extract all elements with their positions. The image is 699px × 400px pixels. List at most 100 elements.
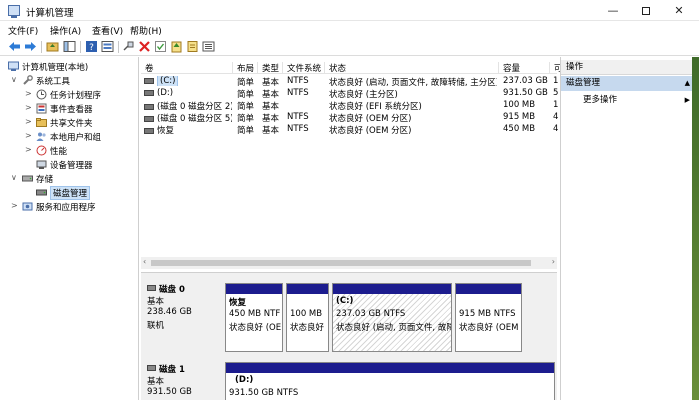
volume-capacity: 931.50 GB	[503, 88, 548, 98]
column-header-layout[interactable]: 布局	[232, 62, 257, 74]
check-icon[interactable]	[154, 40, 167, 53]
up-folder-icon[interactable]	[46, 40, 59, 53]
volume-icon	[144, 77, 154, 84]
scroll-left-icon[interactable]: ‹	[143, 257, 146, 266]
connect-icon[interactable]	[122, 40, 135, 53]
chevron-right-icon[interactable]: >	[25, 145, 32, 154]
volume-status: 状态良好 (启动, 页面文件, 故障转储, 主分区)	[329, 78, 497, 88]
storage-icon	[22, 173, 33, 184]
export-icon[interactable]	[186, 40, 199, 53]
tree-item-label: 计算机管理(本地)	[22, 63, 89, 73]
forward-arrow-icon[interactable]	[24, 40, 37, 53]
toolbar: ?	[0, 38, 699, 56]
actions-section-disk-management[interactable]: 磁盘管理 ▲	[561, 76, 699, 91]
volume-name: (D:)	[157, 88, 174, 98]
volume-row[interactable]: (磁盘 0 磁盘分区 2) 简单 基本 状态良好 (EFI 系统分区) 100 …	[141, 100, 558, 112]
back-arrow-icon[interactable]	[8, 40, 21, 53]
volume-list: 卷 布局 类型 文件系统 状态 容量 可 (C:) 简单 基本 NTFS 状态良…	[141, 57, 563, 270]
partition-size: 237.03 GB NTFS	[336, 309, 406, 319]
chevron-right-icon[interactable]: >	[25, 131, 32, 140]
volume-row[interactable]: (C:) 简单 基本 NTFS 状态良好 (启动, 页面文件, 故障转储, 主分…	[141, 76, 558, 88]
disk-graphical-view: 磁盘 0 基本 238.46 GB 联机 恢复 450 MB NTF 状态良好 …	[141, 272, 557, 400]
menu-help[interactable]: 帮助(H)	[130, 24, 162, 37]
partition-oem[interactable]: 915 MB NTFS 状态良好 (OEM	[455, 283, 522, 352]
more-actions-item[interactable]: 更多操作 ▶	[561, 93, 699, 107]
disk-state: 联机	[147, 321, 165, 331]
scroll-right-icon[interactable]: ›	[552, 257, 555, 266]
partition-efi[interactable]: 100 MB 状态良好	[286, 283, 329, 352]
column-header-type[interactable]: 类型	[257, 62, 282, 74]
partition-recovery[interactable]: 恢复 450 MB NTF 状态良好 (OE	[225, 283, 283, 352]
partition-status: 状态良好	[290, 323, 325, 333]
partition-title: 恢复	[229, 298, 247, 308]
disk-kind: 基本	[147, 297, 165, 307]
volume-layout: 简单	[237, 102, 255, 112]
chevron-down-icon[interactable]: ∨	[11, 173, 17, 182]
tree-item-label: 任务计划程序	[50, 91, 102, 101]
volume-type: 基本	[262, 126, 280, 136]
horizontal-scrollbar[interactable]: ‹ ›	[141, 257, 557, 269]
help-icon[interactable]: ?	[85, 40, 98, 53]
column-header-capacity[interactable]: 容量	[498, 62, 549, 74]
title-bar: 计算机管理 — ✕	[0, 0, 699, 21]
scrollbar-thumb[interactable]	[151, 260, 531, 266]
menu-bar: 文件(F) 操作(A) 查看(V) 帮助(H)	[0, 21, 699, 38]
delete-icon[interactable]	[138, 40, 151, 53]
computer-management-icon	[8, 61, 19, 72]
disk-1-info[interactable]: 磁盘 1 基本 931.50 GB	[145, 361, 222, 400]
column-header-volume[interactable]: 卷	[141, 62, 232, 74]
services-icon	[22, 201, 33, 212]
volume-type: 基本	[262, 90, 280, 100]
disk-name: 磁盘 1	[159, 365, 185, 375]
chevron-right-icon[interactable]: >	[25, 89, 32, 98]
chevron-right-icon[interactable]: >	[25, 103, 32, 112]
column-header-filesystem[interactable]: 文件系统	[282, 62, 324, 74]
tree-item-label: 服务和应用程序	[36, 203, 96, 213]
volume-row[interactable]: 恢复 简单 基本 NTFS 状态良好 (OEM 分区) 450 MB 4	[141, 124, 558, 136]
computer-management-icon	[8, 5, 20, 18]
users-icon	[36, 131, 47, 142]
chevron-right-icon[interactable]: >	[25, 117, 32, 126]
column-header-free[interactable]: 可	[549, 62, 563, 74]
tree-item-label: 事件查看器	[50, 105, 93, 115]
partition-c[interactable]: (C:) 237.03 GB NTFS 状态良好 (启动, 页面文件, 故降	[332, 283, 452, 352]
volume-row[interactable]: (D:) 简单 基本 NTFS 状态良好 (主分区) 931.50 GB 5	[141, 88, 558, 100]
tree-item-label: 存储	[36, 175, 54, 185]
svg-text:?: ?	[89, 43, 94, 53]
volume-capacity: 450 MB	[503, 124, 536, 134]
disk-size: 931.50 GB	[147, 387, 192, 397]
tree-item-label: 系统工具	[36, 77, 71, 87]
partition-size: 100 MB	[290, 309, 323, 319]
volume-icon	[144, 89, 154, 96]
volume-status: 状态良好 (OEM 分区)	[329, 126, 412, 136]
partition-bar	[226, 363, 554, 373]
device-manager-icon	[36, 159, 47, 170]
volume-type: 基本	[262, 114, 280, 124]
volume-layout: 简单	[237, 126, 255, 136]
volume-list-header: 卷 布局 类型 文件系统 状态 容量 可	[141, 60, 563, 74]
menu-file[interactable]: 文件(F)	[8, 24, 38, 37]
properties-icon[interactable]	[101, 40, 114, 53]
shared-folder-icon	[36, 117, 47, 128]
disk-0-info[interactable]: 磁盘 0 基本 238.46 GB 联机	[145, 281, 222, 339]
minimize-button[interactable]: —	[597, 0, 629, 21]
maximize-button[interactable]	[630, 0, 662, 21]
column-header-status[interactable]: 状态	[324, 62, 498, 74]
menu-view[interactable]: 查看(V)	[92, 24, 123, 37]
menu-action[interactable]: 操作(A)	[50, 24, 81, 37]
disk-management-icon	[36, 187, 47, 198]
toolbar-separator	[118, 41, 119, 53]
partition-bar	[333, 284, 451, 294]
partition-title: (D:)	[235, 375, 254, 385]
show-hide-tree-icon[interactable]	[63, 40, 76, 53]
chevron-right-icon[interactable]: >	[11, 201, 18, 210]
volume-row[interactable]: (磁盘 0 磁盘分区 5) 简单 基本 NTFS 状态良好 (OEM 分区) 9…	[141, 112, 558, 124]
chevron-down-icon[interactable]: ∨	[11, 75, 17, 84]
partition-d[interactable]: (D:) 931.50 GB NTFS	[225, 362, 555, 400]
partition-size: 915 MB NTFS	[459, 309, 516, 319]
upload-icon[interactable]	[170, 40, 183, 53]
list-view-icon[interactable]	[202, 40, 215, 53]
partition-status: 状态良好 (OEM	[459, 323, 519, 333]
close-button[interactable]: ✕	[663, 0, 695, 21]
disk-name: 磁盘 0	[159, 285, 185, 295]
